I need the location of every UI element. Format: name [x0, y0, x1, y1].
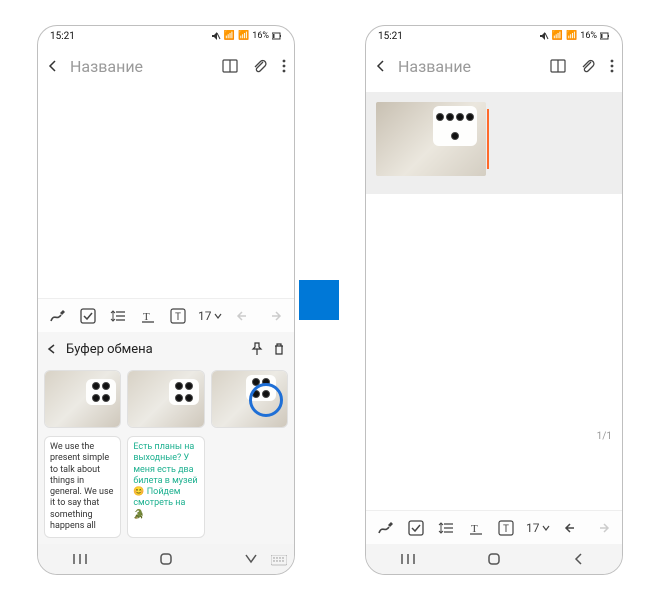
nav-home-icon[interactable]: [146, 551, 186, 567]
clipboard-text-row: We use the present simple to talk about …: [38, 432, 294, 544]
mute-icon: [539, 31, 549, 41]
battery-icon: [600, 31, 610, 41]
text-box-icon[interactable]: T: [168, 306, 188, 326]
back-icon[interactable]: [46, 59, 64, 73]
attach-icon[interactable]: [580, 58, 596, 74]
note-title[interactable]: Название: [398, 57, 544, 76]
page-counter: 1/1: [597, 431, 612, 442]
signal-icon-2: 📶: [238, 31, 249, 41]
svg-text:T: T: [471, 523, 478, 535]
format-toolbar: T T 17: [38, 298, 294, 332]
note-body[interactable]: 1/1: [366, 86, 622, 510]
note-title[interactable]: Название: [70, 57, 216, 76]
phone-left: 15:21 📶 📶 16% Название: [37, 25, 295, 575]
clipboard-title: Буфер обмена: [66, 342, 242, 357]
chevron-down-icon: [542, 524, 550, 532]
checkbox-icon[interactable]: [78, 306, 98, 326]
clipboard-item-2[interactable]: [127, 370, 204, 428]
redo-icon[interactable]: [264, 306, 284, 326]
nav-recents-icon[interactable]: [61, 552, 101, 566]
signal-icon: 📶: [552, 31, 563, 41]
undo-icon[interactable]: [234, 306, 254, 326]
handwriting-icon[interactable]: [376, 518, 396, 538]
font-size-control[interactable]: 17: [526, 521, 550, 535]
clipboard-header: Буфер обмена: [38, 332, 294, 366]
inserted-image[interactable]: [376, 102, 486, 176]
clipboard-item-1[interactable]: [44, 370, 121, 428]
text-style-icon[interactable]: T: [138, 306, 158, 326]
more-icon[interactable]: [610, 58, 614, 74]
clipboard-text-1[interactable]: We use the present simple to talk about …: [44, 436, 121, 538]
back-icon[interactable]: [374, 59, 392, 73]
reader-icon[interactable]: [222, 58, 238, 74]
handwriting-icon[interactable]: [48, 306, 68, 326]
selection-ring: [249, 383, 283, 417]
keyboard-icon[interactable]: [266, 548, 292, 574]
clipboard-back-icon[interactable]: [46, 343, 58, 355]
status-bar: 15:21 📶 📶 16%: [366, 26, 622, 46]
font-size-value: 17: [526, 521, 540, 535]
status-time: 15:21: [378, 31, 403, 42]
text-box-icon[interactable]: T: [496, 518, 516, 538]
phone-right: 15:21 📶 📶 16% Название: [365, 25, 623, 575]
clipboard-thumbs: [38, 366, 294, 432]
battery-text: 16%: [252, 31, 269, 41]
trash-icon[interactable]: [272, 342, 286, 356]
nav-recents-icon[interactable]: [389, 552, 429, 566]
status-time: 15:21: [50, 31, 75, 42]
undo-icon[interactable]: [562, 518, 582, 538]
image-block[interactable]: [366, 92, 622, 194]
font-size-control[interactable]: 17: [198, 309, 222, 323]
pin-icon[interactable]: [250, 342, 264, 356]
clipboard-text-2[interactable]: Есть планы на выходные? У меня есть два …: [127, 436, 204, 538]
mute-icon: [211, 31, 221, 41]
nav-back-icon[interactable]: [559, 552, 599, 566]
line-spacing-icon[interactable]: [108, 306, 128, 326]
note-body[interactable]: [38, 86, 294, 298]
svg-text:T: T: [503, 524, 509, 535]
checkbox-icon[interactable]: [406, 518, 426, 538]
status-bar: 15:21 📶 📶 16%: [38, 26, 294, 46]
font-size-value: 17: [198, 309, 212, 323]
redo-icon[interactable]: [592, 518, 612, 538]
battery-icon: [272, 31, 282, 41]
svg-text:T: T: [143, 311, 150, 323]
line-spacing-icon[interactable]: [436, 518, 456, 538]
signal-icon: 📶: [224, 31, 235, 41]
svg-text:T: T: [175, 312, 181, 323]
clipboard-item-3[interactable]: [211, 370, 288, 428]
reader-icon[interactable]: [550, 58, 566, 74]
status-icons: 📶 📶 16%: [211, 31, 282, 41]
signal-icon-2: 📶: [566, 31, 577, 41]
battery-text: 16%: [580, 31, 597, 41]
more-icon[interactable]: [282, 58, 286, 74]
app-header: Название: [38, 46, 294, 86]
chevron-down-icon: [214, 312, 222, 320]
nav-home-icon[interactable]: [474, 551, 514, 567]
center-square: [299, 280, 339, 320]
attach-icon[interactable]: [252, 58, 268, 74]
format-toolbar: T T 17: [366, 510, 622, 544]
system-navbar: [366, 544, 622, 574]
text-style-icon[interactable]: T: [466, 518, 486, 538]
status-icons: 📶 📶 16%: [539, 31, 610, 41]
app-header: Название: [366, 46, 622, 86]
system-navbar: [38, 544, 294, 574]
